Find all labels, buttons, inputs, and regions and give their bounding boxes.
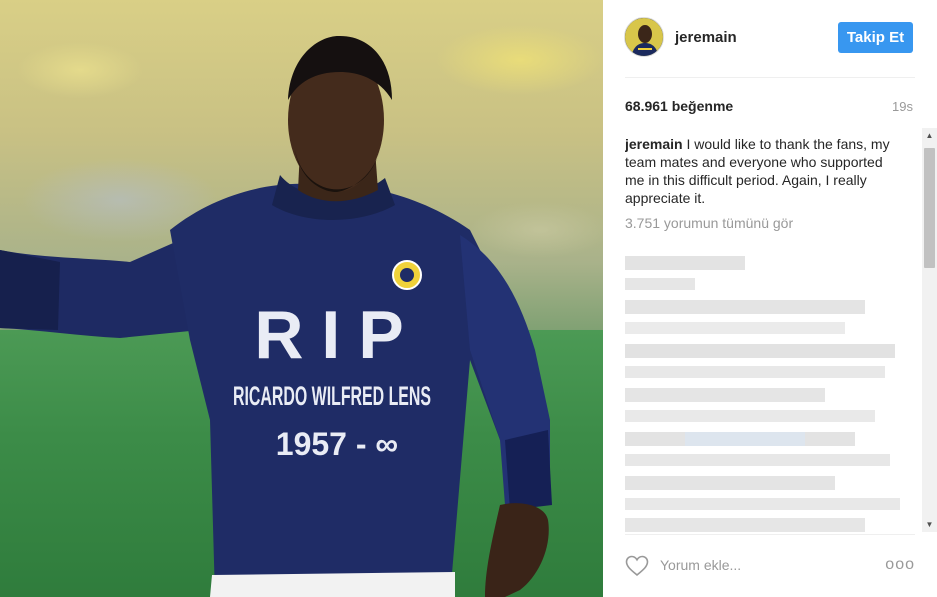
avatar[interactable]	[624, 17, 664, 57]
shirt-text-name: RICARDO WILFRED LENS	[233, 381, 431, 411]
post-photo[interactable]: RIP RICARDO WILFRED LENS 1957 - ∞	[0, 0, 603, 597]
caption: jeremain I would like to thank the fans,…	[625, 128, 905, 207]
shirt-text-rip: RIP	[254, 297, 421, 373]
scrollbar-thumb[interactable]	[924, 148, 935, 268]
post-side-panel: jeremain Takip Et 68.961 beğenme 19s jer…	[603, 0, 937, 597]
add-comment-input[interactable]: Yorum ekle...	[660, 557, 741, 573]
comments-scrollbar[interactable]: ▲ ▼	[922, 128, 937, 532]
view-all-comments-link[interactable]: 3.751 yorumun tümünü gör	[625, 215, 920, 231]
avatar-image	[625, 18, 663, 56]
scroll-down-icon[interactable]: ▼	[922, 517, 937, 532]
footer-divider	[625, 534, 915, 535]
more-options-icon[interactable]: ooo	[885, 556, 915, 574]
likes-count[interactable]: 68.961 beğenme	[625, 98, 733, 114]
comments-section: jeremain I would like to thank the fans,…	[625, 128, 920, 532]
caption-username[interactable]: jeremain	[625, 136, 683, 152]
post-header: jeremain Takip Et	[603, 0, 937, 78]
username-link[interactable]: jeremain	[675, 29, 737, 46]
blurred-comments	[625, 256, 900, 532]
post-timestamp[interactable]: 19s	[892, 99, 913, 114]
follow-button[interactable]: Takip Et	[838, 22, 913, 53]
header-divider	[625, 77, 915, 78]
shirt-text-years: 1957 - ∞	[276, 426, 398, 462]
scroll-up-icon[interactable]: ▲	[922, 128, 937, 143]
heart-icon[interactable]	[625, 555, 649, 577]
player-illustration: RIP RICARDO WILFRED LENS 1957 - ∞	[0, 35, 552, 597]
